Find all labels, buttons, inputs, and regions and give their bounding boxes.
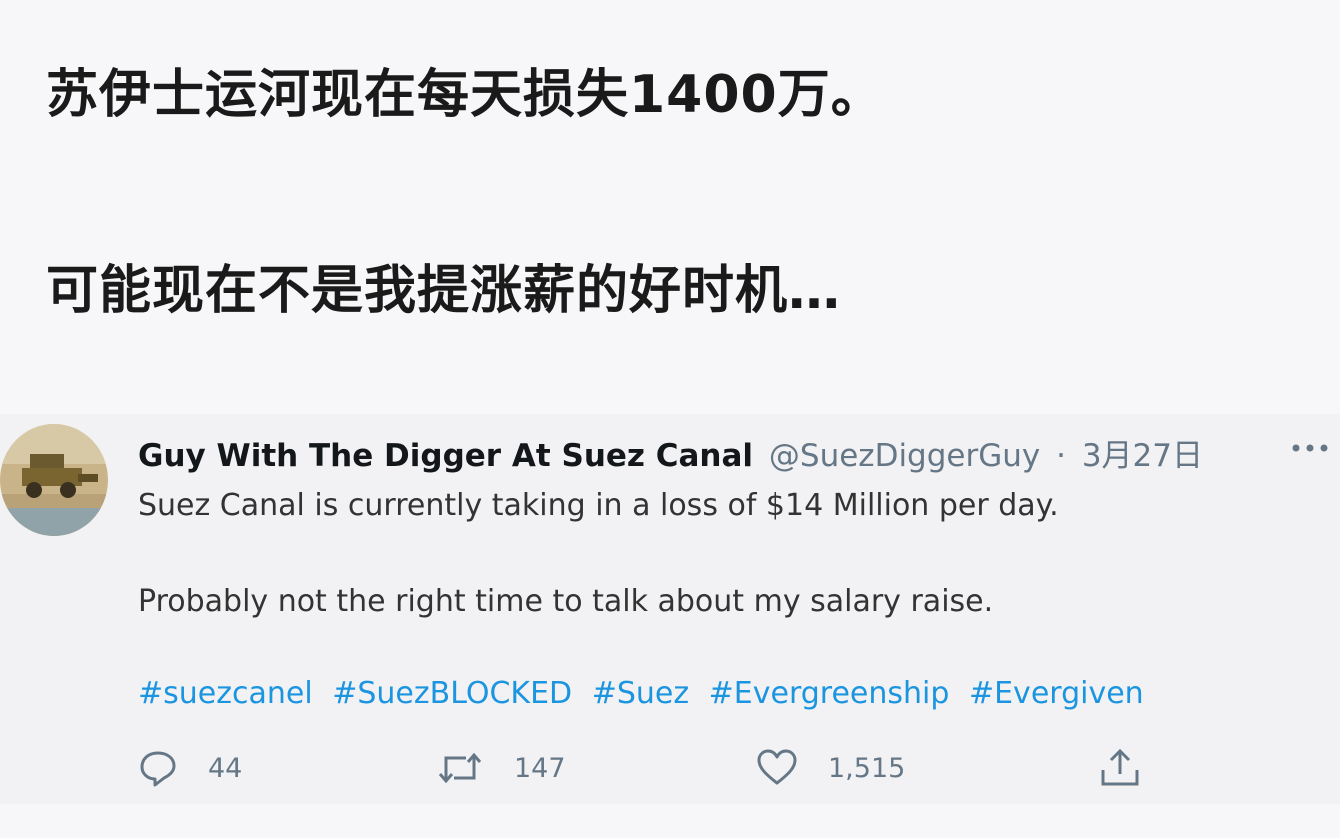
- user-handle[interactable]: @SuezDiggerGuy: [769, 438, 1040, 474]
- reply-icon: [138, 748, 178, 788]
- share-icon: [1098, 748, 1142, 788]
- tweet-card: Guy With The Digger At Suez Canal @SuezD…: [0, 414, 1340, 804]
- like-button[interactable]: 1,515: [756, 748, 905, 788]
- hashtags: #suezcanel #SuezBLOCKED #Suez #Evergreen…: [138, 676, 1154, 711]
- caption-line-1: 苏伊士运河现在每天损失1400万。: [46, 65, 884, 125]
- retweet-count: 147: [514, 752, 566, 784]
- retweet-button[interactable]: 147: [436, 748, 566, 788]
- tweet-text-line-2: Probably not the right time to talk abou…: [138, 584, 994, 619]
- display-name[interactable]: Guy With The Digger At Suez Canal: [138, 438, 753, 474]
- share-button[interactable]: [1098, 748, 1142, 788]
- retweet-icon: [436, 748, 484, 788]
- hashtag-link[interactable]: #Evergiven: [969, 676, 1144, 711]
- reply-button[interactable]: 44: [138, 748, 242, 788]
- heart-icon: [756, 748, 798, 788]
- hashtag-link[interactable]: #Evergreenship: [709, 676, 950, 711]
- hashtag-link[interactable]: #Suez: [592, 676, 689, 711]
- tweet-text-line-1: Suez Canal is currently taking in a loss…: [138, 488, 1059, 523]
- hashtag-link[interactable]: #SuezBLOCKED: [332, 676, 572, 711]
- caption-line-2: 可能现在不是我提涨薪的好时机…: [46, 261, 842, 321]
- reply-count: 44: [208, 752, 243, 784]
- separator: ·: [1056, 438, 1066, 474]
- avatar[interactable]: [0, 424, 108, 536]
- more-icon[interactable]: [1290, 440, 1330, 454]
- like-count: 1,515: [828, 752, 906, 784]
- tweet-date[interactable]: 3月27日: [1082, 438, 1203, 474]
- hashtag-link[interactable]: #suezcanel: [138, 676, 313, 711]
- tweet-header: Guy With The Digger At Suez Canal @SuezD…: [138, 430, 1203, 475]
